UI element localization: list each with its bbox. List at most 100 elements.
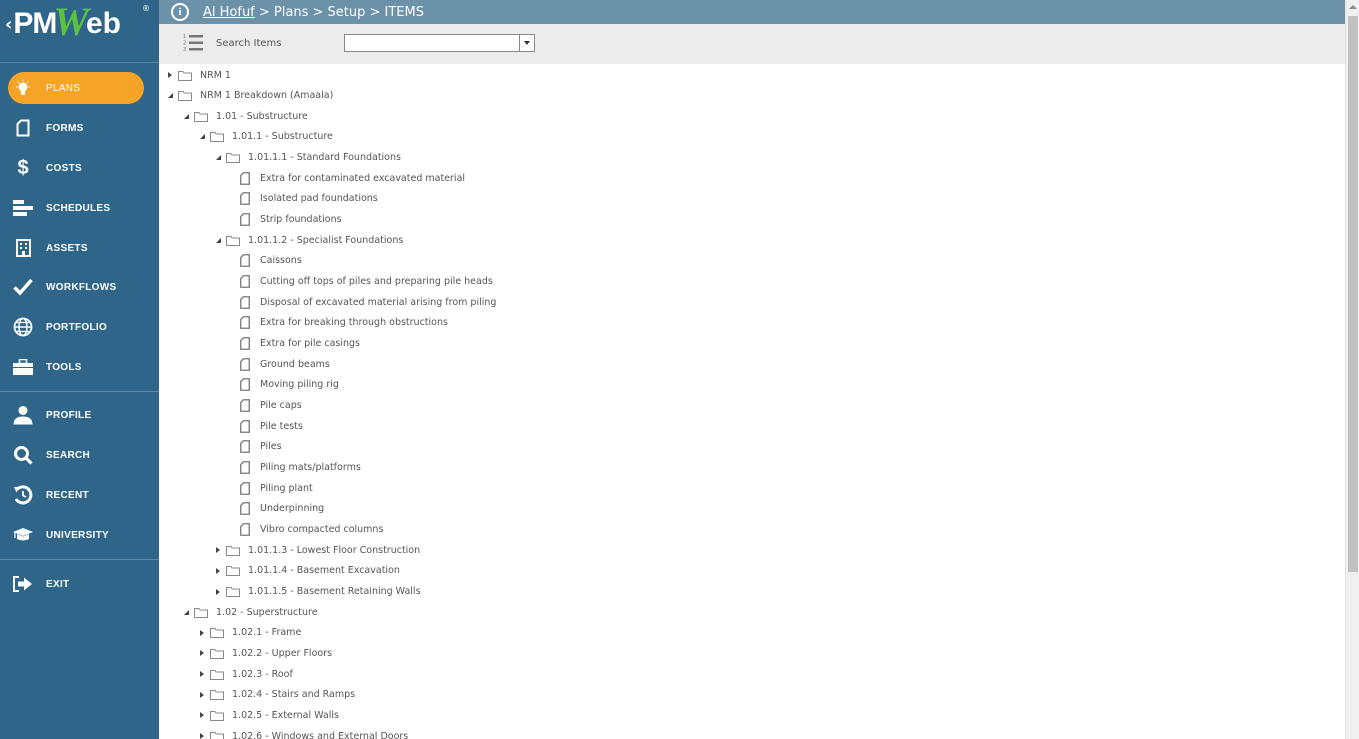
tree-node-label[interactable]: Disposal of excavated material arising f… — [260, 297, 496, 308]
tree-node-label[interactable]: Caissons — [260, 255, 302, 266]
tree-item-row[interactable]: Vibro compacted columns — [240, 520, 383, 540]
tree-node-label[interactable]: 1.02.5 - External Walls — [232, 710, 339, 721]
expand-arrow-right-icon[interactable] — [197, 648, 207, 658]
tree-item-row[interactable]: Extra for breaking through obstructions — [240, 313, 448, 333]
expand-arrow-right-icon[interactable] — [197, 690, 207, 700]
tree-item-row[interactable]: Piling mats/platforms — [240, 458, 361, 478]
tree-folder-row[interactable]: 1.02 - Superstructure — [181, 602, 318, 622]
tree-item-row[interactable]: Piles — [240, 437, 282, 457]
sidebar-item-schedules[interactable]: SCHEDULES — [0, 190, 159, 226]
tree-node-label[interactable]: Pile caps — [260, 400, 302, 411]
info-icon[interactable]: i — [171, 3, 189, 21]
expand-arrow-right-icon[interactable] — [213, 587, 223, 597]
tree-item-row[interactable]: Strip foundations — [240, 210, 342, 230]
tree-node-label[interactable]: Isolated pad foundations — [260, 193, 378, 204]
sidebar-item-portfolio[interactable]: PORTFOLIO — [0, 309, 159, 345]
tree-node-label[interactable]: Extra for breaking through obstructions — [260, 317, 448, 328]
tree-item-row[interactable]: Pile tests — [240, 416, 303, 436]
sidebar-item-plans[interactable]: PLANS — [8, 72, 144, 104]
expand-arrow-down-icon[interactable] — [165, 91, 175, 101]
tree-folder-row[interactable]: 1.01.1.2 - Specialist Foundations — [213, 230, 403, 250]
tree-node-label[interactable]: Pile tests — [260, 421, 303, 432]
tree-node-label[interactable]: 1.02.4 - Stairs and Ramps — [232, 689, 355, 700]
tree-node-label[interactable]: Vibro compacted columns — [260, 524, 383, 535]
expand-arrow-down-icon[interactable] — [181, 111, 191, 121]
tree-folder-row[interactable]: 1.02.4 - Stairs and Ramps — [197, 685, 355, 705]
sidebar-item-university[interactable]: UNIVERSITY — [0, 517, 159, 553]
tree-node-label[interactable]: Ground beams — [260, 359, 330, 370]
tree-node-label[interactable]: Piling mats/platforms — [260, 462, 361, 473]
tree-item-row[interactable]: Extra for pile casings — [240, 334, 360, 354]
sidebar-item-profile[interactable]: PROFILE — [0, 397, 159, 433]
numbered-list-icon[interactable]: 123 — [183, 33, 203, 53]
sidebar-item-workflows[interactable]: WORKFLOWS — [0, 269, 159, 305]
tree-node-label[interactable]: 1.01.1.1 - Standard Foundations — [248, 152, 401, 163]
scrollbar-thumb[interactable] — [1348, 16, 1358, 572]
expand-arrow-right-icon[interactable] — [197, 731, 207, 739]
expand-arrow-right-icon[interactable] — [197, 710, 207, 720]
tree-node-label[interactable]: 1.02.1 - Frame — [232, 627, 301, 638]
sidebar-item-tools[interactable]: TOOLS — [0, 349, 159, 385]
expand-arrow-down-icon[interactable] — [181, 607, 191, 617]
sidebar-item-recent[interactable]: RECENT — [0, 477, 159, 513]
tree-node-label[interactable]: 1.01.1 - Substructure — [232, 131, 333, 142]
tree-node-label[interactable]: Underpinning — [260, 503, 324, 514]
tree-node-label[interactable]: 1.01 - Substructure — [216, 111, 308, 122]
tree-node-label[interactable]: 1.01.1.3 - Lowest Floor Construction — [248, 545, 420, 556]
tree-item-row[interactable]: Isolated pad foundations — [240, 189, 378, 209]
tree-node-label[interactable]: Cutting off tops of piles and preparing … — [260, 276, 493, 287]
tree-node-label[interactable]: Piles — [260, 441, 282, 452]
expand-arrow-right-icon[interactable] — [213, 566, 223, 576]
sidebar-item-forms[interactable]: FORMS — [0, 110, 159, 146]
tree-node-label[interactable]: NRM 1 Breakdown (Amaala) — [200, 90, 333, 101]
search-items-select[interactable] — [344, 34, 535, 52]
scroll-up-arrow-icon[interactable] — [1346, 0, 1359, 14]
tree-node-label[interactable]: 1.02.6 - Windows and External Doors — [232, 731, 408, 739]
tree-folder-row[interactable]: NRM 1 — [165, 65, 231, 85]
dropdown-arrow-icon[interactable] — [519, 35, 534, 51]
expand-arrow-right-icon[interactable] — [197, 628, 207, 638]
pmweb-logo[interactable]: ‹ PM Web ® — [0, 0, 159, 48]
tree-item-row[interactable]: Moving piling rig — [240, 375, 339, 395]
sidebar-item-search[interactable]: SEARCH — [0, 437, 159, 473]
back-chevron-icon[interactable]: ‹ — [5, 14, 12, 35]
sidebar-item-exit[interactable]: EXIT — [0, 566, 159, 602]
tree-folder-row[interactable]: 1.02.6 - Windows and External Doors — [197, 726, 408, 739]
tree-item-row[interactable]: Piling plant — [240, 478, 313, 498]
breadcrumb-link-project[interactable]: Al Hofuf — [203, 5, 255, 20]
tree-node-label[interactable]: NRM 1 — [200, 70, 231, 81]
tree-node-label[interactable]: Moving piling rig — [260, 379, 339, 390]
expand-arrow-right-icon[interactable] — [197, 669, 207, 679]
expand-arrow-down-icon[interactable] — [213, 153, 223, 163]
tree-node-label[interactable]: 1.02 - Superstructure — [216, 607, 318, 618]
tree-folder-row[interactable]: 1.01.1.1 - Standard Foundations — [213, 148, 401, 168]
expand-arrow-down-icon[interactable] — [197, 132, 207, 142]
expand-arrow-down-icon[interactable] — [213, 235, 223, 245]
expand-arrow-right-icon[interactable] — [213, 545, 223, 555]
sidebar-item-costs[interactable]: $ COSTS — [0, 150, 159, 186]
tree-folder-row[interactable]: 1.02.1 - Frame — [197, 623, 301, 643]
vertical-scrollbar[interactable] — [1345, 0, 1359, 739]
tree-folder-row[interactable]: 1.02.2 - Upper Floors — [197, 643, 332, 663]
tree-folder-row[interactable]: 1.01.1.3 - Lowest Floor Construction — [213, 540, 420, 560]
tree-item-row[interactable]: Cutting off tops of piles and preparing … — [240, 272, 493, 292]
tree-node-label[interactable]: 1.01.1.4 - Basement Excavation — [248, 565, 400, 576]
tree-folder-row[interactable]: 1.01 - Substructure — [181, 106, 308, 126]
tree-item-row[interactable]: Ground beams — [240, 354, 330, 374]
expand-arrow-right-icon[interactable] — [165, 70, 175, 80]
tree-item-row[interactable]: Caissons — [240, 251, 302, 271]
sidebar-item-assets[interactable]: ASSETS — [0, 230, 159, 266]
tree-node-label[interactable]: 1.01.1.5 - Basement Retaining Walls — [248, 586, 421, 597]
tree-folder-row[interactable]: 1.01.1 - Substructure — [197, 127, 333, 147]
tree-node-label[interactable]: 1.01.1.2 - Specialist Foundations — [248, 235, 403, 246]
tree-folder-row[interactable]: 1.01.1.5 - Basement Retaining Walls — [213, 582, 421, 602]
tree-folder-row[interactable]: 1.02.3 - Roof — [197, 664, 293, 684]
tree-item-row[interactable]: Pile caps — [240, 396, 302, 416]
tree-node-label[interactable]: Extra for contaminated excavated materia… — [260, 173, 465, 184]
tree-node-label[interactable]: 1.02.3 - Roof — [232, 669, 293, 680]
tree-folder-row[interactable]: 1.02.5 - External Walls — [197, 705, 339, 725]
tree-node-label[interactable]: 1.02.2 - Upper Floors — [232, 648, 332, 659]
tree-item-row[interactable]: Extra for contaminated excavated materia… — [240, 168, 465, 188]
tree-folder-row[interactable]: 1.01.1.4 - Basement Excavation — [213, 561, 400, 581]
tree-node-label[interactable]: Piling plant — [260, 483, 313, 494]
